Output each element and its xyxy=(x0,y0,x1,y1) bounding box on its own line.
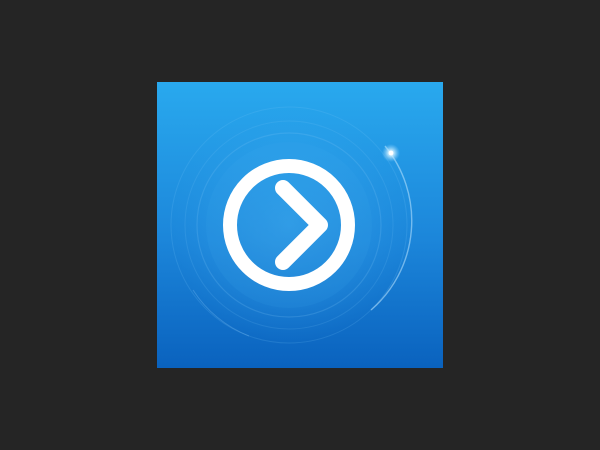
app-icon-graphic xyxy=(157,82,443,368)
screen-background xyxy=(0,0,600,450)
sparkle-dot xyxy=(388,150,394,156)
app-icon-tile[interactable] xyxy=(157,82,443,368)
